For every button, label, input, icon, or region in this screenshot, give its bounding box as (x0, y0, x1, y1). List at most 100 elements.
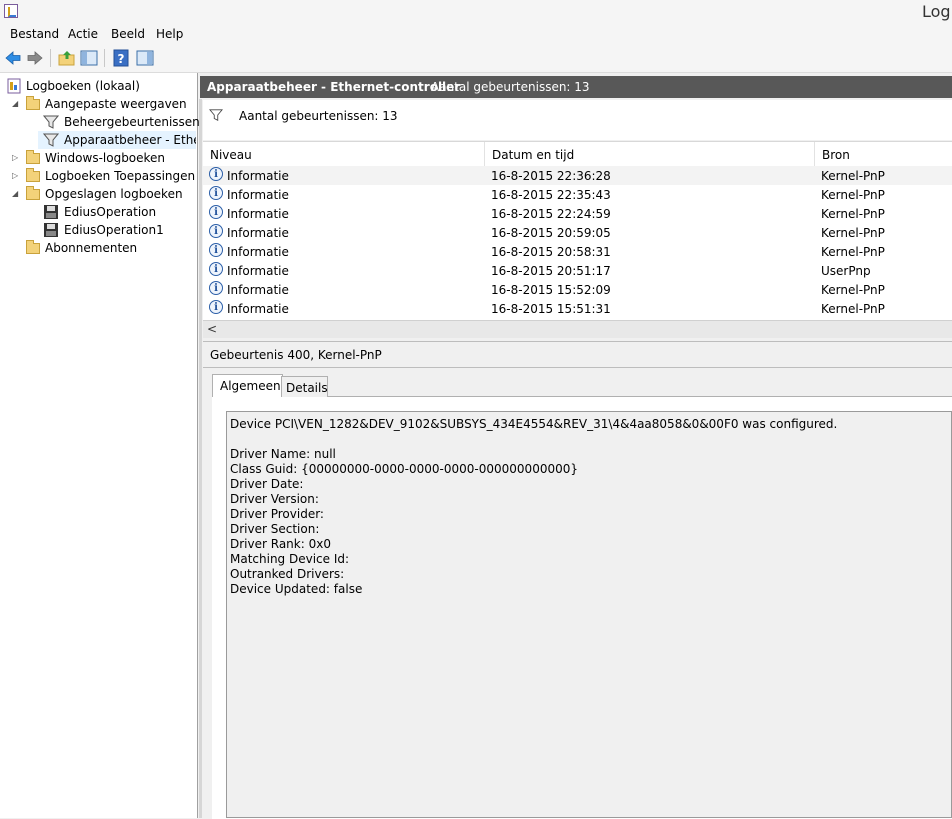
collapse-arrow-icon[interactable]: ◢ (12, 99, 20, 108)
back-arrow-icon[interactable] (4, 49, 22, 67)
cell-level: Informatie (227, 264, 289, 278)
tree-item-opgeslagen-logboeken[interactable]: ◢ Opgeslagen logboeken (0, 185, 196, 203)
tree-item-label: Windows-logboeken (45, 151, 166, 165)
table-row[interactable]: i Informatie 16-8-2015 22:35:43 Kernel-P… (203, 185, 952, 204)
table-row[interactable]: i Informatie 16-8-2015 22:36:28 Kernel-P… (203, 166, 952, 185)
cell-datetime: 16-8-2015 20:59:05 (491, 226, 611, 240)
tab-algemeen[interactable]: Algemeen (212, 374, 283, 397)
cell-level: Informatie (227, 283, 289, 297)
info-icon: i (209, 224, 223, 238)
tree-item-logboeken-toepassingen[interactable]: ▷ Logboeken Toepassingen en (0, 167, 196, 185)
panel-header: Apparaatbeheer - Ethernet-controller Aan… (200, 76, 952, 98)
cell-source: Kernel-PnP (821, 169, 885, 183)
cell-level: Informatie (227, 245, 289, 259)
cell-source: Kernel-PnP (821, 302, 885, 316)
forward-arrow-icon[interactable] (26, 49, 44, 67)
panel-event-count: Aantal gebeurtenissen: 13 (431, 80, 590, 94)
info-icon: i (209, 243, 223, 257)
column-header-niveau[interactable]: Niveau (203, 142, 485, 166)
panel-title: Apparaatbeheer - Ethernet-controller (207, 80, 461, 94)
info-icon: i (209, 262, 223, 276)
menu-actie[interactable]: Actie (68, 27, 98, 41)
filter-icon (43, 115, 59, 129)
event-detail-title: Gebeurtenis 400, Kernel-PnP (210, 348, 382, 362)
tree-item-apparaatbeheer-ethernet[interactable]: Apparaatbeheer - Ethernet (38, 131, 196, 149)
description-line: Class Guid: {00000000-0000-0000-0000-000… (230, 462, 578, 476)
up-folder-icon[interactable] (58, 49, 76, 67)
column-header-bron[interactable]: Bron (815, 142, 952, 166)
description-line: Driver Provider: (230, 507, 324, 521)
cell-source: Kernel-PnP (821, 283, 885, 297)
collapse-arrow-icon[interactable]: ◢ (12, 189, 20, 198)
help-icon[interactable]: ? (112, 49, 130, 67)
cell-source: UserPnp (821, 264, 871, 278)
column-header-label: Niveau (210, 148, 252, 162)
description-line: Driver Version: (230, 492, 319, 506)
cell-source: Kernel-PnP (821, 188, 885, 202)
cell-datetime: 16-8-2015 20:58:31 (491, 245, 611, 259)
cell-datetime: 16-8-2015 22:35:43 (491, 188, 611, 202)
event-viewer-icon (7, 78, 21, 94)
column-header-label: Datum en tijd (492, 148, 575, 162)
horizontal-scrollbar[interactable]: < (203, 320, 952, 338)
table-row[interactable]: i Informatie 16-8-2015 15:52:09 Kernel-P… (203, 280, 952, 299)
table-row[interactable]: i Informatie 16-8-2015 20:59:05 Kernel-P… (203, 223, 952, 242)
pane-splitter[interactable] (199, 99, 202, 818)
window-title: Logb (922, 2, 952, 21)
tree-item-aangepaste-weergaven[interactable]: ◢ Aangepaste weergaven (0, 95, 196, 113)
menu-beeld[interactable]: Beeld (111, 27, 145, 41)
table-row[interactable]: i Informatie 16-8-2015 15:51:31 Kernel-P… (203, 299, 952, 318)
title-bar: Logb (0, 0, 952, 24)
menu-bestand[interactable]: Bestand (10, 27, 59, 41)
cell-level: Informatie (227, 169, 289, 183)
tree-item-label: Opgeslagen logboeken (45, 187, 183, 201)
tree-item-label: Abonnementen (45, 241, 138, 255)
menu-bar: Bestand Actie Beeld Help (0, 24, 952, 44)
filter-icon (209, 109, 223, 121)
event-list: Niveau Datum en tijd Bron i Informatie 1… (203, 141, 952, 338)
navigation-tree: Logboeken (lokaal) ◢ Aangepaste weergave… (0, 73, 200, 818)
expand-arrow-icon[interactable]: ▷ (12, 153, 20, 162)
tree-item-label: EdiusOperation1 (64, 223, 164, 237)
tree-item-beheergebeurtenissen[interactable]: Beheergebeurtenissen (0, 113, 200, 131)
tree-item-label: Aangepaste weergaven (45, 97, 187, 111)
filter-icon (43, 133, 59, 147)
event-description[interactable]: Device PCI\VEN_1282&DEV_9102&SUBSYS_434E… (226, 411, 952, 818)
tree-item-abonnementen[interactable]: Abonnementen (0, 239, 196, 257)
folder-icon (26, 150, 40, 164)
tree-item-windows-logboeken[interactable]: ▷ Windows-logboeken (0, 149, 196, 167)
tree-item-ediusoperation1[interactable]: EdiusOperation1 (0, 221, 196, 239)
cell-datetime: 16-8-2015 15:51:31 (491, 302, 611, 316)
info-icon: i (209, 281, 223, 295)
description-line: Driver Rank: 0x0 (230, 537, 331, 551)
cell-level: Informatie (227, 226, 289, 240)
disk-icon (44, 205, 58, 219)
svg-text:?: ? (118, 52, 125, 66)
tree-item-logboeken-lokaal[interactable]: Logboeken (lokaal) (0, 77, 196, 95)
description-line: Driver Name: null (230, 447, 336, 461)
cell-level: Informatie (227, 188, 289, 202)
show-hide-tree-icon[interactable] (80, 49, 98, 67)
scroll-left-arrow-icon[interactable]: < (207, 322, 217, 336)
tree-item-label: Beheergebeurtenissen (64, 115, 200, 129)
filter-bar: Aantal gebeurtenissen: 13 (203, 100, 952, 140)
tree-item-ediusoperation[interactable]: EdiusOperation (0, 203, 196, 221)
expand-arrow-icon[interactable]: ▷ (12, 171, 20, 180)
table-row[interactable]: i Informatie 16-8-2015 20:58:31 Kernel-P… (203, 242, 952, 261)
description-line: Outranked Drivers: (230, 567, 345, 581)
tab-details[interactable]: Details (281, 376, 328, 397)
column-header-datum[interactable]: Datum en tijd (485, 142, 815, 166)
toolbar: ? (0, 44, 952, 73)
description-line: Device Updated: false (230, 582, 363, 596)
menu-help[interactable]: Help (156, 27, 183, 41)
folder-icon (26, 96, 40, 110)
column-header-label: Bron (822, 148, 850, 162)
tree-item-label: EdiusOperation (64, 205, 157, 219)
cell-source: Kernel-PnP (821, 245, 885, 259)
folder-icon (26, 186, 40, 200)
table-row[interactable]: i Informatie 16-8-2015 20:51:17 UserPnp (203, 261, 952, 280)
folder-icon (26, 168, 40, 182)
cell-level: Informatie (227, 302, 289, 316)
table-row[interactable]: i Informatie 16-8-2015 22:24:59 Kernel-P… (203, 204, 952, 223)
action-pane-icon[interactable] (136, 49, 154, 67)
